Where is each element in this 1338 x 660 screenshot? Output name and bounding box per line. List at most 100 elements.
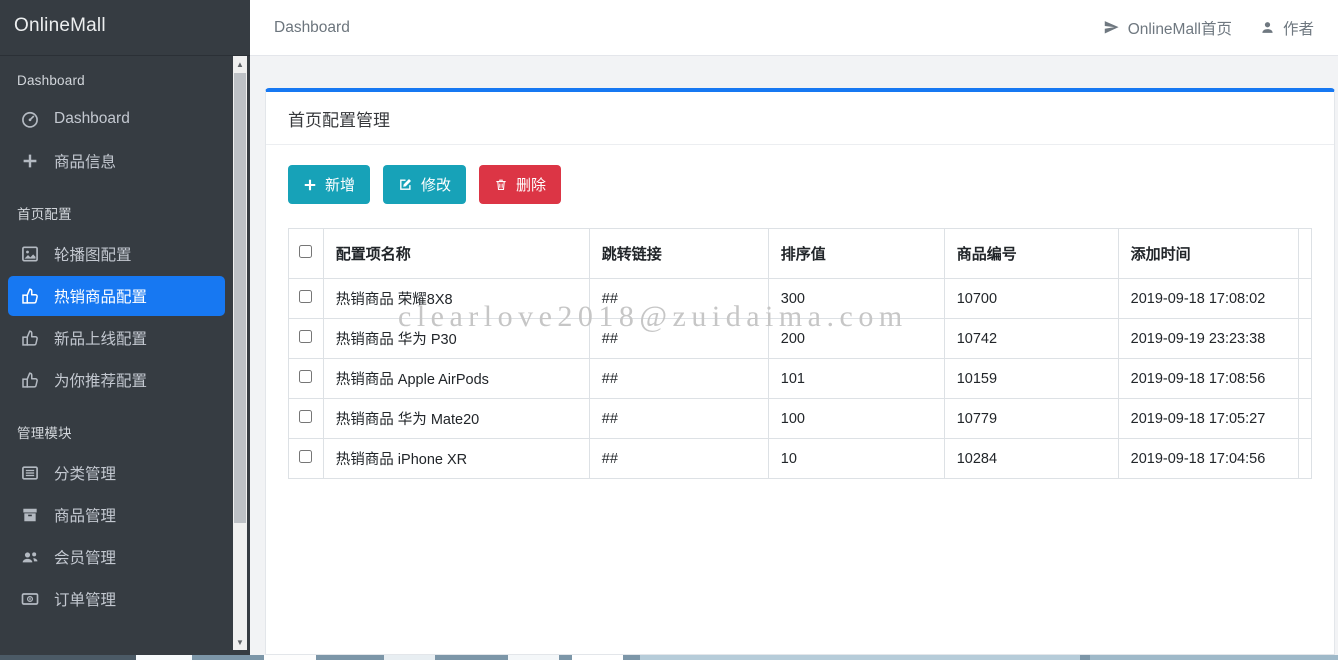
taskbar-item[interactable] [508, 655, 559, 660]
sidebar: OnlineMall Dashboard Dashboard 商品信息 首页配置 [0, 0, 250, 655]
sidebar-item-label: 商品信息 [54, 150, 116, 172]
cell-sku: 10159 [944, 359, 1118, 399]
sidebar-item-label: 分类管理 [54, 462, 116, 484]
breadcrumb: Dashboard [274, 19, 350, 37]
plus-icon [19, 151, 41, 171]
column-header-extra [1298, 229, 1311, 279]
page-title: 首页配置管理 [266, 92, 1334, 145]
cell-sort: 100 [768, 399, 944, 439]
paper-plane-icon [1103, 19, 1120, 36]
sidebar-item-label: 商品管理 [54, 504, 116, 526]
sidebar-item-label: 为你推荐配置 [54, 369, 147, 391]
brand-logo[interactable]: OnlineMall [0, 0, 250, 56]
taskbar-item[interactable] [0, 655, 136, 660]
sidebar-item-member-management[interactable]: 会员管理 [8, 537, 225, 577]
cell-time: 2019-09-19 23:23:38 [1118, 319, 1298, 359]
sidebar-scrollbar: ▲ ▼ [233, 56, 247, 650]
cell-sku: 10779 [944, 399, 1118, 439]
section-header: 首页配置 [0, 191, 233, 232]
card-body: 新增 修改 删除 [266, 145, 1334, 499]
home-link[interactable]: OnlineMall首页 [1103, 17, 1232, 39]
sidebar-item-label: 订单管理 [54, 588, 116, 610]
cell-extra [1298, 359, 1311, 399]
section-header: 管理模块 [0, 410, 233, 451]
table-row: 热销商品 华为 P30 ## 200 10742 2019-09-19 23:2… [289, 319, 1312, 359]
sidebar-item-category-management[interactable]: 分类管理 [8, 453, 225, 493]
plus-icon [303, 178, 317, 192]
sidebar-item-product-management[interactable]: 商品管理 [8, 495, 225, 535]
cell-sku: 10700 [944, 279, 1118, 319]
trash-icon [494, 177, 508, 192]
cell-sort: 101 [768, 359, 944, 399]
add-button-label: 新增 [325, 174, 355, 195]
cell-extra [1298, 439, 1311, 479]
edit-button-label: 修改 [421, 174, 451, 195]
sidebar-item-new-product-config[interactable]: 新品上线配置 [8, 318, 225, 358]
sidebar-item-recommend-config[interactable]: 为你推荐配置 [8, 360, 225, 400]
cell-sort: 300 [768, 279, 944, 319]
user-icon [1260, 20, 1275, 35]
cell-sku: 10284 [944, 439, 1118, 479]
cell-name: 热销商品 Apple AirPods [323, 359, 589, 399]
sidebar-item-label: Dashboard [54, 110, 130, 128]
taskbar-item[interactable] [640, 655, 1080, 660]
cell-extra [1298, 279, 1311, 319]
sidebar-item-label: 轮播图配置 [54, 243, 132, 265]
cell-sort: 10 [768, 439, 944, 479]
cell-name: 热销商品 华为 P30 [323, 319, 589, 359]
taskbar-strip [0, 655, 1338, 660]
delete-button[interactable]: 删除 [479, 165, 561, 204]
thumbs-up-icon [19, 370, 41, 390]
edit-button[interactable]: 修改 [383, 165, 466, 204]
scrollbar-up-arrow[interactable]: ▲ [233, 56, 247, 72]
cell-time: 2019-09-18 17:08:02 [1118, 279, 1298, 319]
sidebar-item-hot-product-config[interactable]: 热销商品配置 [8, 276, 225, 316]
taskbar-item[interactable] [384, 655, 435, 660]
thumbs-up-icon [19, 286, 41, 306]
cell-link: ## [589, 439, 768, 479]
add-button[interactable]: 新增 [288, 165, 370, 204]
row-checkbox[interactable] [299, 410, 312, 423]
taskbar-item[interactable] [136, 655, 192, 660]
scrollbar-down-arrow[interactable]: ▼ [233, 634, 247, 650]
column-header-name: 配置项名称 [323, 229, 589, 279]
box-icon [19, 505, 41, 525]
sidebar-item-carousel-config[interactable]: 轮播图配置 [8, 234, 225, 274]
cell-link: ## [589, 319, 768, 359]
row-checkbox[interactable] [299, 450, 312, 463]
sidebar-item-product-info[interactable]: 商品信息 [8, 141, 225, 181]
taskbar-item[interactable] [572, 655, 623, 660]
table-row: 热销商品 华为 Mate20 ## 100 10779 2019-09-18 1… [289, 399, 1312, 439]
row-checkbox[interactable] [299, 290, 312, 303]
sidebar-section-home-config: 首页配置 轮播图配置 热销商品配置 新品上线配置 [0, 191, 233, 400]
cell-extra [1298, 399, 1311, 439]
taskbar-item[interactable] [264, 655, 316, 660]
column-header-link: 跳转链接 [589, 229, 768, 279]
column-header-sku: 商品编号 [944, 229, 1118, 279]
table-row: 热销商品 iPhone XR ## 10 10284 2019-09-18 17… [289, 439, 1312, 479]
money-icon [19, 589, 41, 609]
row-checkbox[interactable] [299, 330, 312, 343]
config-card: 首页配置管理 新增 修改 [265, 88, 1335, 655]
delete-button-label: 删除 [516, 174, 546, 195]
scrollbar-thumb[interactable] [234, 73, 246, 523]
cell-time: 2019-09-18 17:08:56 [1118, 359, 1298, 399]
toolbar: 新增 修改 删除 [288, 165, 1312, 204]
config-table: 配置项名称 跳转链接 排序值 商品编号 添加时间 热销商品 荣耀8X8 ## 3… [288, 228, 1312, 479]
row-checkbox[interactable] [299, 370, 312, 383]
sidebar-item-label: 新品上线配置 [54, 327, 147, 349]
author-link[interactable]: 作者 [1260, 17, 1314, 39]
cell-name: 热销商品 华为 Mate20 [323, 399, 589, 439]
topbar-right: OnlineMall首页 作者 [1103, 17, 1314, 39]
taskbar-item[interactable] [1090, 655, 1338, 660]
section-header: Dashboard [0, 61, 233, 97]
select-all-checkbox[interactable] [299, 245, 312, 258]
column-header-sort: 排序值 [768, 229, 944, 279]
sidebar-section-dashboard: Dashboard Dashboard 商品信息 [0, 61, 233, 181]
sidebar-item-dashboard[interactable]: Dashboard [8, 99, 225, 139]
main-content: 首页配置管理 新增 修改 [250, 57, 1338, 655]
image-icon [19, 244, 41, 264]
sidebar-item-order-management[interactable]: 订单管理 [8, 579, 225, 619]
sidebar-menu: Dashboard Dashboard 商品信息 首页配置 轮播图配置 [0, 57, 233, 621]
cell-time: 2019-09-18 17:04:56 [1118, 439, 1298, 479]
